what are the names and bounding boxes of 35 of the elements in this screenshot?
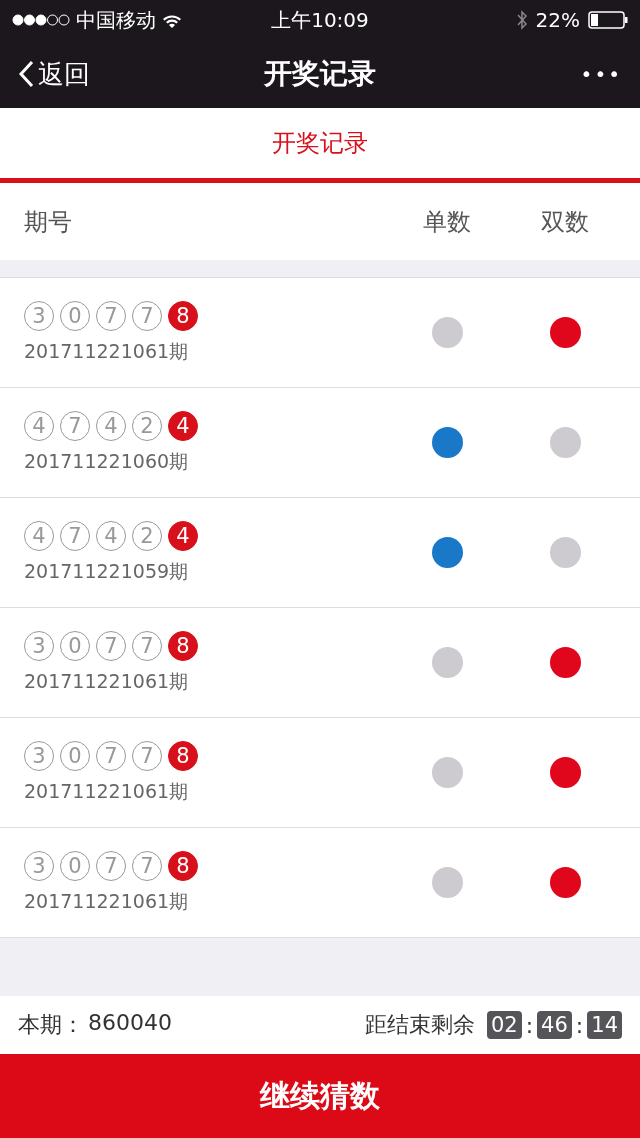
countdown-digit: 02 (486, 1011, 522, 1039)
number-ball: 8 (168, 740, 198, 771)
number-ball: 8 (168, 850, 198, 881)
issue-number: 201711221061期 (24, 888, 190, 914)
current-label: 本期： (18, 1011, 84, 1039)
current-issue: 860040 (88, 1010, 172, 1037)
carrier-name: 中国移动 (76, 6, 156, 34)
countdown-digit: 14 (587, 1011, 622, 1039)
time-separator: : (575, 1012, 584, 1038)
issue-number: 201711221061期 (24, 778, 190, 804)
number-ball: 8 (168, 300, 198, 331)
battery-percent: 22% (535, 8, 580, 32)
issue-number: 201711221061期 (24, 668, 190, 694)
back-button[interactable]: 返回 (18, 56, 90, 92)
continue-button[interactable]: 继续猜数 (0, 1054, 640, 1138)
time-separator: : (525, 1012, 534, 1038)
clock-time: 上午10:09 (271, 7, 369, 32)
issue-number: 201711221059期 (24, 558, 190, 584)
column-header: 期号 (24, 207, 72, 236)
column-header: 双数 (541, 206, 589, 238)
column-header: 单数 (423, 206, 471, 238)
issue-number: 201711221060期 (24, 448, 190, 474)
number-ball: 4 (168, 410, 198, 441)
chevron-icon (18, 60, 34, 88)
countdown-label: 距结束剩余 (364, 1011, 475, 1039)
number-ball: 4 (168, 520, 198, 551)
signal-icon (12, 14, 70, 26)
battery-icon (588, 11, 628, 29)
more-button[interactable]: ••• (580, 62, 622, 86)
issue-number: 201711221061期 (24, 338, 190, 364)
wifi-icon (162, 12, 182, 28)
page-title: 开奖记录 (264, 56, 376, 92)
countdown-digit: 46 (537, 1011, 572, 1039)
bluetooth-icon (515, 10, 528, 30)
number-ball: 8 (168, 630, 198, 661)
